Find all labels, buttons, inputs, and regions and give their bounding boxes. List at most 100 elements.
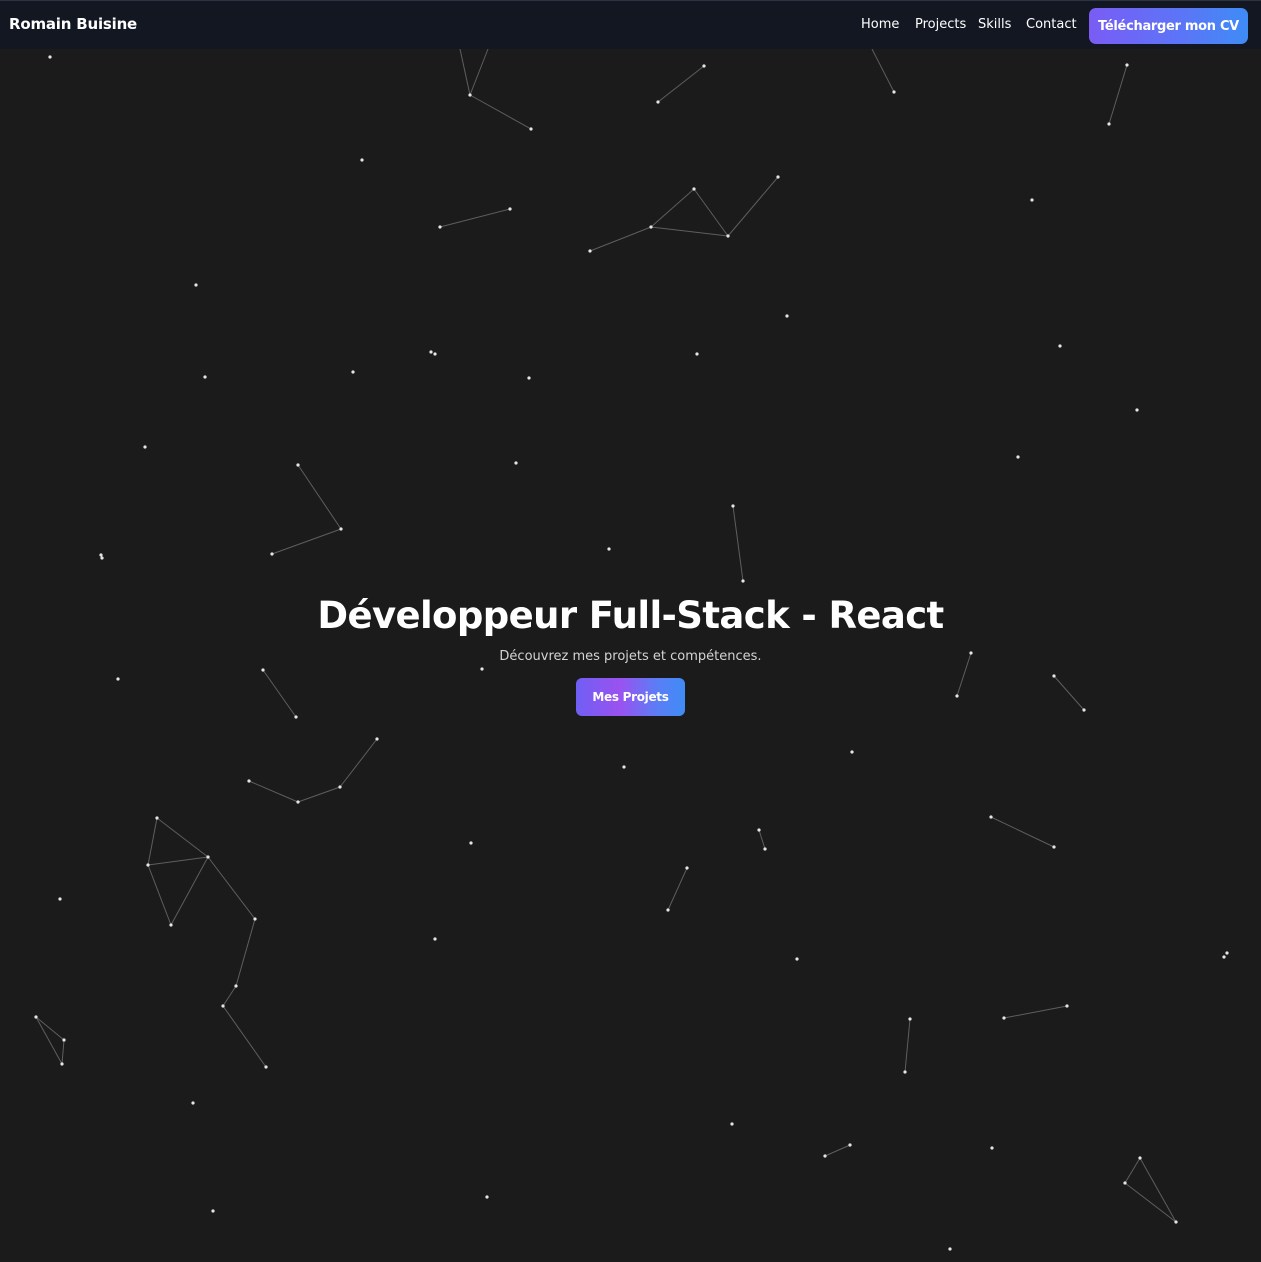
particle-dot — [1052, 845, 1056, 849]
navbar: Romain Buisine Home Projects Skills Cont… — [0, 0, 1261, 49]
particle-link — [459, 48, 471, 96]
particle-link — [990, 816, 1055, 848]
particle-link — [589, 226, 652, 252]
particle-dot — [763, 847, 767, 851]
particle-link — [170, 856, 209, 926]
particle-link — [1108, 64, 1128, 125]
particle-link — [297, 786, 341, 803]
particle-dot — [338, 785, 342, 789]
particle-link — [147, 864, 172, 926]
particle-link — [732, 505, 744, 582]
particle-link — [1139, 1157, 1177, 1223]
particle-dot — [469, 841, 473, 845]
download-cv-button[interactable]: Télécharger mon CV — [1089, 8, 1248, 44]
particle-link — [147, 817, 158, 866]
particle-dot — [903, 1070, 907, 1074]
brand-logo[interactable]: Romain Buisine — [9, 15, 137, 33]
particle-dot — [169, 923, 173, 927]
particle-link — [35, 1016, 63, 1065]
particle-dot — [529, 127, 533, 131]
hero-subtitle: Découvrez mes projets et compétences. — [499, 649, 762, 664]
particle-dot — [375, 737, 379, 741]
particle-dot — [296, 463, 300, 467]
particle-link — [61, 1039, 65, 1065]
particle-dot — [702, 64, 706, 68]
particle-dot — [730, 1122, 734, 1126]
particle-link — [469, 94, 532, 130]
particle-dot — [527, 376, 531, 380]
particle-dot — [588, 249, 592, 253]
particle-dot — [191, 1101, 195, 1105]
particle-dot — [823, 1154, 827, 1158]
particle-dot — [1225, 951, 1229, 955]
particle-dot — [438, 225, 442, 229]
particle-link — [871, 48, 895, 93]
nav-link-projects[interactable]: Projects — [915, 17, 966, 32]
particle-dot — [850, 750, 854, 754]
particle-dot — [34, 1015, 38, 1019]
particle-dot — [360, 158, 364, 162]
particle-link — [1124, 1182, 1177, 1223]
particle-link — [1003, 1005, 1068, 1019]
hero-section: Développeur Full-Stack - React Découvrez… — [0, 590, 1261, 716]
particle-dot — [607, 547, 611, 551]
particle-link — [339, 738, 378, 788]
nav-link-skills[interactable]: Skills — [978, 17, 1011, 32]
particle-dot — [656, 100, 660, 104]
particle-dot — [1125, 63, 1129, 67]
particle-dot — [247, 779, 251, 783]
particle-link — [147, 856, 209, 866]
particle-dot — [1016, 455, 1020, 459]
particle-dot — [685, 866, 689, 870]
particle-dot — [48, 55, 52, 59]
particle-link — [693, 188, 729, 237]
particle-dot — [776, 175, 780, 179]
particle-dot — [211, 1209, 215, 1213]
nav-link-contact[interactable]: Contact — [1026, 17, 1077, 32]
particle-dot — [1123, 1181, 1127, 1185]
particle-link — [667, 867, 688, 911]
particle-dot — [726, 234, 730, 238]
particle-link — [235, 918, 256, 987]
nav-link-home[interactable]: Home — [861, 17, 899, 32]
particle-link — [35, 1016, 65, 1041]
particle-link — [650, 188, 695, 228]
particle-dot — [62, 1038, 66, 1042]
particle-link — [650, 226, 729, 237]
my-projects-button[interactable]: Mes Projets — [576, 678, 685, 716]
particle-dot — [622, 765, 626, 769]
particle-dot — [143, 445, 147, 449]
particle-dot — [989, 815, 993, 819]
particle-dot — [253, 917, 257, 921]
particle-dot — [848, 1143, 852, 1147]
particle-dot — [785, 314, 789, 318]
particle-dot — [695, 352, 699, 356]
particle-dot — [264, 1065, 268, 1069]
particle-link — [156, 817, 209, 858]
particle-dot — [948, 1247, 952, 1251]
particle-link — [469, 48, 489, 96]
particle-dot — [514, 461, 518, 465]
particle-link — [439, 208, 511, 228]
particle-dot — [99, 553, 103, 557]
particle-dot — [146, 863, 150, 867]
particle-dot — [508, 207, 512, 211]
particle-link — [222, 985, 237, 1007]
particle-dot — [206, 855, 210, 859]
particle-link — [904, 1018, 911, 1073]
particle-dot — [155, 816, 159, 820]
particle-dot — [1222, 955, 1226, 959]
particle-link — [758, 829, 766, 850]
particle-link — [248, 780, 299, 803]
particle-link — [657, 65, 705, 103]
particle-dot — [1065, 1004, 1069, 1008]
particle-dot — [58, 897, 62, 901]
particle-link — [297, 464, 342, 530]
particle-dot — [194, 283, 198, 287]
particle-dot — [731, 504, 735, 508]
particle-dot — [60, 1062, 64, 1066]
particle-dot — [433, 937, 437, 941]
particle-dot — [666, 908, 670, 912]
particle-dot — [990, 1146, 994, 1150]
particle-dot — [892, 90, 896, 94]
